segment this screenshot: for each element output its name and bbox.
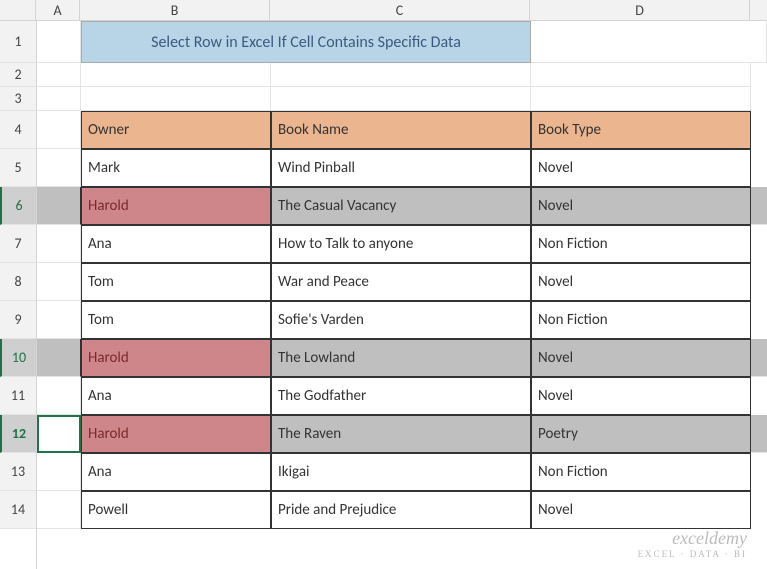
row-header-10[interactable]: 10 — [0, 339, 36, 377]
table-row: Tom Sofie's Varden Non Fiction — [37, 301, 767, 339]
spreadsheet: A B C D 1 2 3 4 5 6 7 8 9 10 11 12 13 14… — [0, 0, 767, 569]
row-3 — [37, 87, 767, 111]
table-row: Harold The Lowland Novel — [37, 339, 767, 377]
row-header-11[interactable]: 11 — [0, 377, 36, 415]
cell-a7[interactable] — [37, 225, 81, 263]
cell-owner[interactable]: Harold — [81, 415, 271, 453]
cell-book-name[interactable]: How to Talk to anyone — [271, 225, 531, 263]
cell-a1[interactable] — [37, 21, 81, 63]
cell-a2[interactable] — [37, 63, 81, 87]
cell-a14[interactable] — [37, 491, 81, 529]
row-overflow — [751, 339, 767, 377]
cell-a12[interactable] — [37, 415, 81, 453]
table-row: Tom War and Peace Novel — [37, 263, 767, 301]
header-book-name[interactable]: Book Name — [271, 111, 531, 149]
row-header-8[interactable]: 8 — [0, 263, 36, 301]
cell-a10[interactable] — [37, 339, 81, 377]
table-row: Powell Pride and Prejudice Novel — [37, 491, 767, 529]
watermark-main: exceldemy — [638, 528, 747, 549]
grid-area: 1 2 3 4 5 6 7 8 9 10 11 12 13 14 Select … — [0, 21, 767, 569]
table-row: Ana The Godfather Novel — [37, 377, 767, 415]
cell-owner[interactable]: Powell — [81, 491, 271, 529]
row-4: Owner Book Name Book Type — [37, 111, 767, 149]
cell-book-type[interactable]: Non Fiction — [531, 225, 751, 263]
row-headers: 1 2 3 4 5 6 7 8 9 10 11 12 13 14 — [0, 21, 37, 569]
cell-b3[interactable] — [81, 87, 271, 111]
cell-a6[interactable] — [37, 187, 81, 225]
row-header-6[interactable]: 6 — [0, 187, 36, 225]
cell-book-name[interactable]: War and Peace — [271, 263, 531, 301]
row-header-7[interactable]: 7 — [0, 225, 36, 263]
cell-a9[interactable] — [37, 301, 81, 339]
header-book-type[interactable]: Book Type — [531, 111, 751, 149]
cell-owner[interactable]: Ana — [81, 225, 271, 263]
cell-book-name[interactable]: Ikigai — [271, 453, 531, 491]
cell-book-name[interactable]: Pride and Prejudice — [271, 491, 531, 529]
watermark: exceldemy EXCEL · DATA · BI — [638, 528, 747, 559]
row-overflow — [751, 415, 767, 453]
cell-owner[interactable]: Harold — [81, 187, 271, 225]
cell-a4[interactable] — [37, 111, 81, 149]
cell-d2[interactable] — [531, 63, 751, 87]
cell-a3[interactable] — [37, 87, 81, 111]
cell-book-name[interactable]: The Lowland — [271, 339, 531, 377]
cell-book-type[interactable]: Non Fiction — [531, 301, 751, 339]
select-all-corner[interactable] — [0, 0, 36, 20]
header-owner[interactable]: Owner — [81, 111, 271, 149]
cell-a8[interactable] — [37, 263, 81, 301]
row-header-2[interactable]: 2 — [0, 63, 36, 87]
cell-book-name[interactable]: The Casual Vacancy — [271, 187, 531, 225]
row-header-12[interactable]: 12 — [0, 415, 36, 453]
row-2 — [37, 63, 767, 87]
column-headers-row: A B C D — [0, 0, 767, 21]
cell-owner[interactable]: Mark — [81, 149, 271, 187]
cell-book-type[interactable]: Novel — [531, 377, 751, 415]
title-cell[interactable]: Select Row in Excel If Cell Contains Spe… — [81, 21, 531, 63]
cell-book-type[interactable]: Poetry — [531, 415, 751, 453]
cell-a13[interactable] — [37, 453, 81, 491]
cell-book-type[interactable]: Novel — [531, 187, 751, 225]
watermark-sub: EXCEL · DATA · BI — [638, 549, 747, 559]
cell-d3[interactable] — [531, 87, 751, 111]
cell-book-type[interactable]: Novel — [531, 149, 751, 187]
column-header-a[interactable]: A — [36, 0, 80, 20]
cell-book-type[interactable]: Non Fiction — [531, 453, 751, 491]
cell-book-type[interactable]: Novel — [531, 263, 751, 301]
table-row: Harold The Casual Vacancy Novel — [37, 187, 767, 225]
table-row: Mark Wind Pinball Novel — [37, 149, 767, 187]
cell-owner[interactable]: Ana — [81, 453, 271, 491]
cell-b2[interactable] — [81, 63, 271, 87]
cell-c3[interactable] — [271, 87, 531, 111]
cell-a11[interactable] — [37, 377, 81, 415]
row-header-1[interactable]: 1 — [0, 21, 36, 63]
cells-grid: Select Row in Excel If Cell Contains Spe… — [37, 21, 767, 569]
row-header-9[interactable]: 9 — [0, 301, 36, 339]
cell-owner[interactable]: Tom — [81, 263, 271, 301]
cell-book-name[interactable]: Sofie's Varden — [271, 301, 531, 339]
cell-owner[interactable]: Ana — [81, 377, 271, 415]
row-header-3[interactable]: 3 — [0, 87, 36, 111]
cell-book-type[interactable]: Novel — [531, 491, 751, 529]
row-overflow — [751, 187, 767, 225]
cell-owner[interactable]: Tom — [81, 301, 271, 339]
row-header-4[interactable]: 4 — [0, 111, 36, 149]
cell-book-type[interactable]: Novel — [531, 339, 751, 377]
row-header-14[interactable]: 14 — [0, 491, 36, 529]
table-row: Ana How to Talk to anyone Non Fiction — [37, 225, 767, 263]
cell-book-name[interactable]: The Godfather — [271, 377, 531, 415]
table-row: Ana Ikigai Non Fiction — [37, 453, 767, 491]
cell-book-name[interactable]: The Raven — [271, 415, 531, 453]
cell-book-name[interactable]: Wind Pinball — [271, 149, 531, 187]
column-header-b[interactable]: B — [80, 0, 270, 20]
row-1: Select Row in Excel If Cell Contains Spe… — [37, 21, 767, 63]
row-header-5[interactable]: 5 — [0, 149, 36, 187]
row-header-13[interactable]: 13 — [0, 453, 36, 491]
column-header-d[interactable]: D — [530, 0, 750, 20]
table-row: Harold The Raven Poetry — [37, 415, 767, 453]
cell-owner[interactable]: Harold — [81, 339, 271, 377]
column-header-c[interactable]: C — [270, 0, 530, 20]
cell-a5[interactable] — [37, 149, 81, 187]
cell-c2[interactable] — [271, 63, 531, 87]
cell-d1[interactable] — [531, 21, 767, 63]
